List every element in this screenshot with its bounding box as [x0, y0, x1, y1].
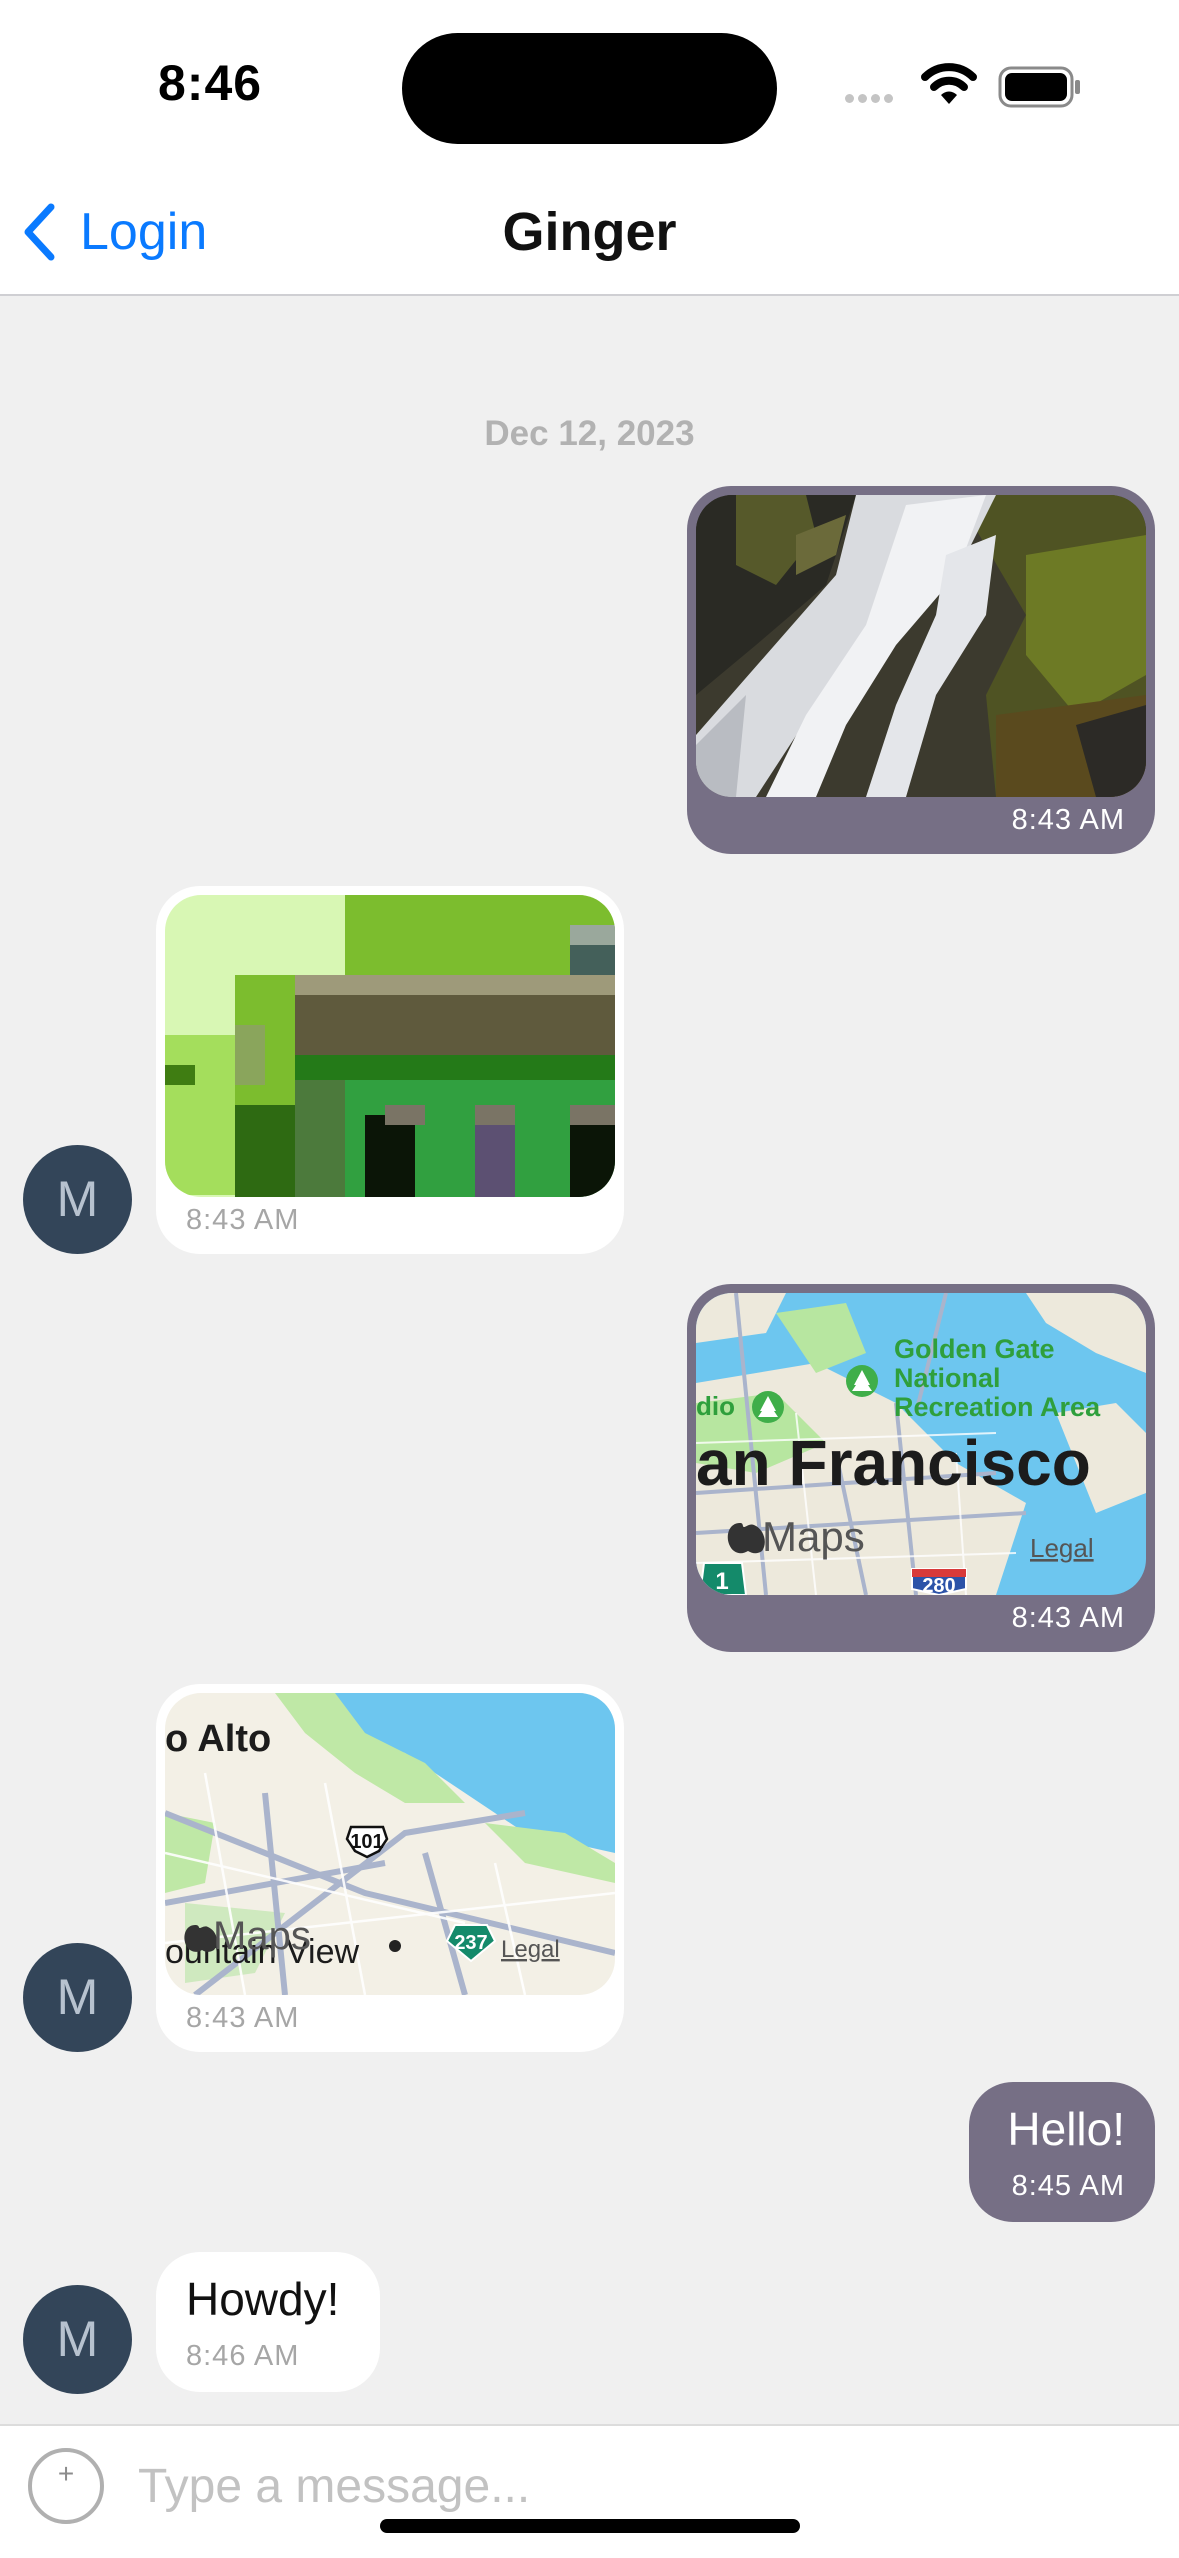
message-composer: +: [0, 2424, 1179, 2558]
wifi-icon: [921, 63, 977, 104]
message-image[interactable]: [696, 495, 1146, 797]
plus-icon: +: [57, 2458, 75, 2489]
page-title: Ginger: [502, 202, 677, 262]
battery-icon: [998, 66, 1080, 108]
map-preview[interactable]: o Alto 101 ountain View Maps 237 Legal: [165, 1693, 615, 1995]
home-indicator: [380, 2519, 800, 2533]
message-image[interactable]: [165, 895, 615, 1197]
message-time: 8:45 AM: [1011, 2170, 1125, 2202]
message-time: 8:43 AM: [186, 1204, 300, 1236]
message-time: 8:43 AM: [1011, 1602, 1125, 1634]
svg-text:Maps: Maps: [213, 1914, 311, 1958]
map-label: Recreation Area: [894, 1392, 1101, 1422]
highway-shield: 280: [922, 1575, 955, 1595]
message-bubble-outgoing[interactable]: 8:43 AM: [687, 486, 1155, 854]
message-bubble-incoming[interactable]: o Alto 101 ountain View Maps 237 Legal 8…: [156, 1684, 624, 2052]
message-time: 8:43 AM: [186, 2002, 300, 2034]
highway-shield: 101: [350, 1831, 383, 1853]
date-header: Dec 12, 2023: [484, 414, 695, 453]
map-label: dio: [696, 1391, 735, 1421]
message-time: 8:43 AM: [1011, 804, 1125, 836]
message-time: 8:46 AM: [186, 2340, 300, 2372]
message-input[interactable]: [138, 2446, 1138, 2526]
message-list[interactable]: Dec 12, 2023 8:43 AM M 8:43 AM Golden Ga…: [0, 296, 1179, 2424]
svg-text:Maps: Maps: [762, 1513, 865, 1560]
message-text: Hello!: [1007, 2103, 1125, 2155]
map-city-label: an Francisco: [696, 1427, 1091, 1499]
message-text: Howdy!: [186, 2273, 340, 2325]
message-bubble-outgoing[interactable]: Hello! 8:45 AM: [969, 2082, 1155, 2222]
highway-shield: 237: [454, 1932, 487, 1954]
map-city-label: o Alto: [165, 1718, 271, 1760]
avatar[interactable]: M: [23, 2285, 132, 2394]
attach-button[interactable]: +: [28, 2448, 104, 2524]
status-bar: 8:46: [0, 0, 1179, 170]
status-time: 8:46: [158, 55, 263, 111]
map-label: Golden Gate: [894, 1334, 1055, 1364]
map-legal-link[interactable]: Legal: [1030, 1533, 1094, 1563]
map-legal-link[interactable]: Legal: [501, 1936, 560, 1963]
message-bubble-incoming[interactable]: 8:43 AM: [156, 886, 624, 1254]
map-preview[interactable]: Golden Gate National Recreation Area dio…: [696, 1293, 1146, 1595]
message-bubble-incoming[interactable]: Howdy! 8:46 AM: [156, 2252, 380, 2392]
avatar[interactable]: M: [23, 1943, 132, 2052]
highway-shield: 1: [715, 1568, 728, 1595]
navigation-bar: Login Ginger: [0, 170, 1179, 296]
message-bubble-outgoing[interactable]: Golden Gate National Recreation Area dio…: [687, 1284, 1155, 1652]
map-label: National: [894, 1363, 1001, 1393]
dynamic-island: [402, 33, 777, 144]
avatar[interactable]: M: [23, 1145, 132, 1254]
